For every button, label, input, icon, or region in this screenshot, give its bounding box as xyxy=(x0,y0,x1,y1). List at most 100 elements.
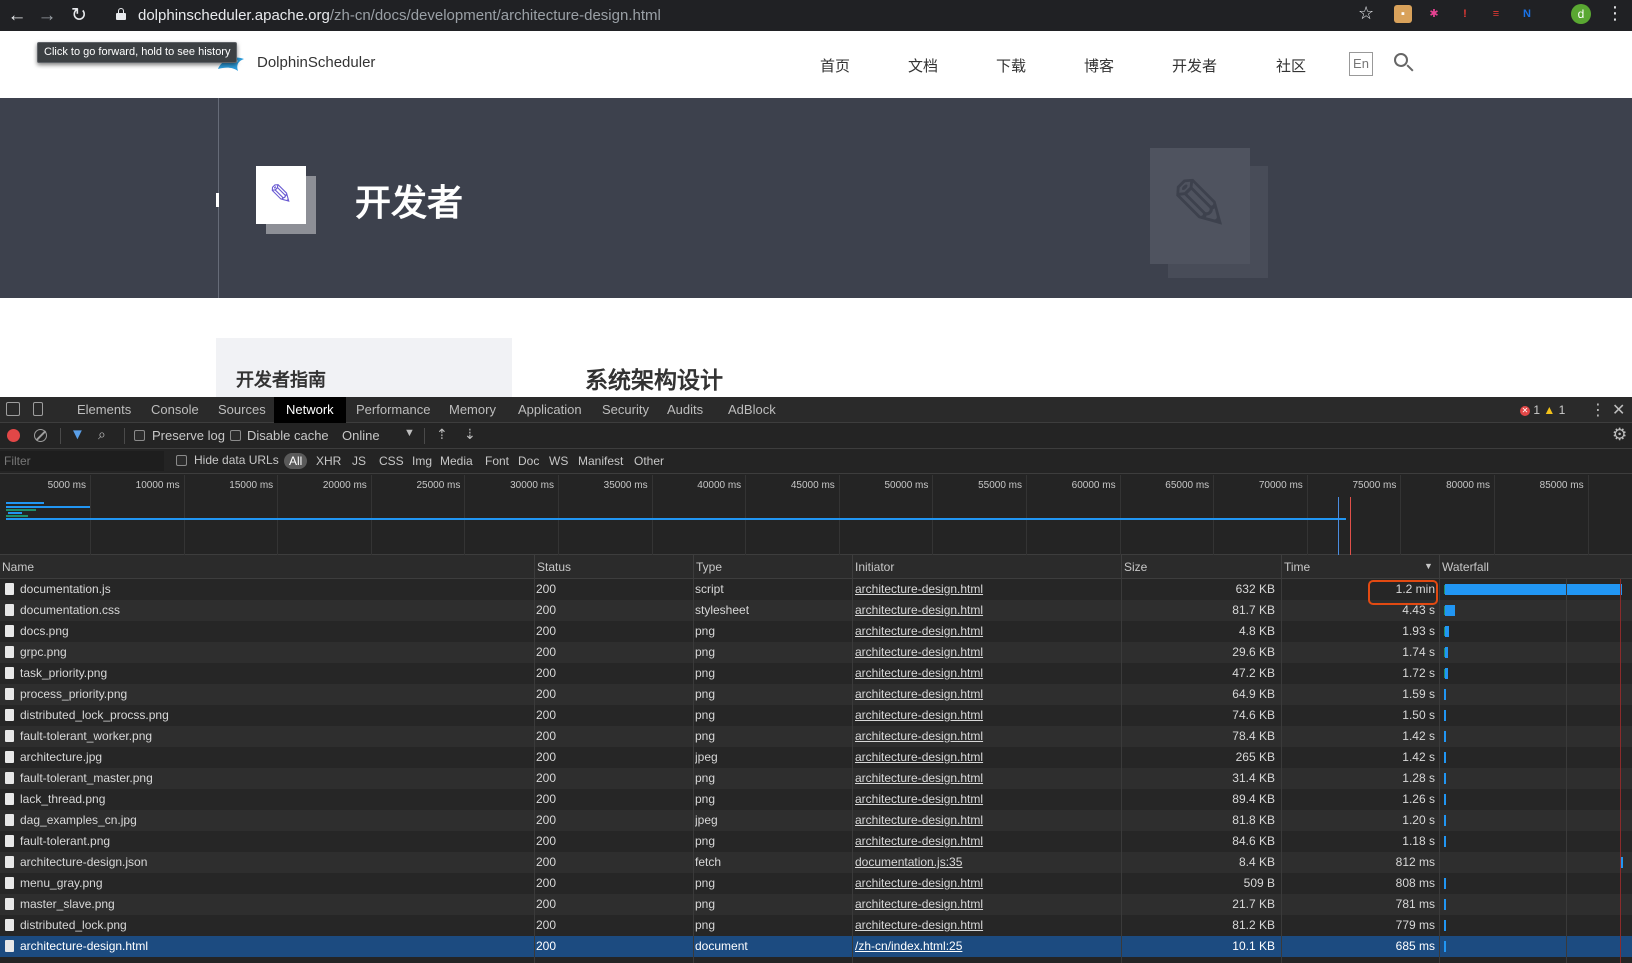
request-initiator-link[interactable]: architecture-design.html xyxy=(855,894,1115,915)
column-header-status[interactable]: Status xyxy=(534,555,693,579)
nav-item-developer[interactable]: 开发者 xyxy=(1172,55,1217,76)
request-initiator-link[interactable]: architecture-design.html xyxy=(855,705,1115,726)
table-row[interactable]: task_priority.png 200 png architecture-desi… xyxy=(0,663,1632,684)
browser-menu-icon[interactable]: ⋮ xyxy=(1606,3,1624,24)
request-name[interactable]: distributed_lock.png xyxy=(20,915,520,936)
hide-data-urls-checkbox[interactable] xyxy=(176,455,187,466)
extension-icon-n[interactable]: N xyxy=(1518,5,1536,23)
request-name[interactable]: fault-tolerant_master.png xyxy=(20,768,520,789)
column-header-name[interactable]: Name xyxy=(0,555,534,579)
filter-icon[interactable]: ▼ xyxy=(70,426,85,443)
network-overview-timeline[interactable]: 5000 ms 10000 ms 15000 ms 20000 ms 25000 ms 3… xyxy=(0,475,1632,555)
request-name[interactable]: documentation.css xyxy=(20,600,520,621)
waterfall-bar[interactable] xyxy=(1444,920,1446,931)
extension-icon-asterisk[interactable]: ✱ xyxy=(1425,5,1443,23)
request-initiator-link[interactable]: architecture-design.html xyxy=(855,621,1115,642)
table-row[interactable]: fault-tolerant.png 200 png architecture-des… xyxy=(0,831,1632,852)
waterfall-bar[interactable] xyxy=(1444,836,1446,847)
tab-application[interactable]: Application xyxy=(506,397,594,423)
clear-icon[interactable] xyxy=(34,429,47,442)
disable-cache-label[interactable]: Disable cache xyxy=(247,428,329,443)
preserve-log-label[interactable]: Preserve log xyxy=(152,428,225,443)
request-initiator-link[interactable]: architecture-design.html xyxy=(855,579,1115,600)
table-row[interactable]: architecture.jpg 200 jpeg architecture-desi… xyxy=(0,747,1632,768)
import-har-icon[interactable]: ⇡ xyxy=(436,426,448,443)
type-filter-font[interactable]: Font xyxy=(482,453,512,469)
table-row[interactable]: distributed_lock.png 200 png architecture-d… xyxy=(0,915,1632,936)
request-initiator-link[interactable]: /zh-cn/index.html:25 xyxy=(855,936,1115,957)
request-initiator-link[interactable]: architecture-design.html xyxy=(855,747,1115,768)
request-initiator-link[interactable]: architecture-design.html xyxy=(855,684,1115,705)
waterfall-bar[interactable] xyxy=(1445,647,1449,658)
nav-item-docs[interactable]: 文档 xyxy=(908,55,938,76)
table-row[interactable]: fault-tolerant_master.png 200 png architect… xyxy=(0,768,1632,789)
table-row[interactable]: distributed_lock_procss.png 200 png archite… xyxy=(0,705,1632,726)
tab-memory[interactable]: Memory xyxy=(437,397,508,423)
waterfall-bar[interactable] xyxy=(1444,752,1446,763)
table-row[interactable]: architecture-design.html 200 document/zh-c… xyxy=(0,936,1632,957)
waterfall-bar[interactable] xyxy=(1444,689,1446,700)
devtools-menu-icon[interactable]: ⋮ xyxy=(1590,400,1606,420)
reload-button[interactable]: ↻ xyxy=(66,3,92,29)
request-name[interactable]: fault-tolerant.png xyxy=(20,831,520,852)
tab-console[interactable]: Console xyxy=(139,397,211,423)
type-filter-css[interactable]: CSS xyxy=(376,453,407,469)
tab-elements[interactable]: Elements xyxy=(65,397,143,423)
request-initiator-link[interactable]: architecture-design.html xyxy=(855,726,1115,747)
waterfall-bar[interactable] xyxy=(1621,857,1624,868)
url-text[interactable]: dolphinscheduler.apache.org/zh-cn/docs/d… xyxy=(138,7,661,24)
request-name[interactable]: menu_gray.png xyxy=(20,873,520,894)
inspect-element-icon[interactable] xyxy=(6,402,20,416)
nav-item-community[interactable]: 社区 xyxy=(1276,55,1306,76)
request-name[interactable]: distributed_lock_procss.png xyxy=(20,705,520,726)
network-settings-gear-icon[interactable]: ⚙ xyxy=(1612,425,1627,445)
waterfall-bar[interactable] xyxy=(1444,710,1446,721)
request-initiator-link[interactable]: architecture-design.html xyxy=(855,768,1115,789)
request-name[interactable]: architecture-design.html xyxy=(20,936,520,957)
type-filter-xhr[interactable]: XHR xyxy=(313,453,344,469)
waterfall-bar[interactable] xyxy=(1444,731,1446,742)
table-row[interactable]: lack_thread.png 200 png architecture-design… xyxy=(0,789,1632,810)
request-initiator-link[interactable]: architecture-design.html xyxy=(855,789,1115,810)
request-name[interactable]: fault-tolerant_worker.png xyxy=(20,726,520,747)
waterfall-bar[interactable] xyxy=(1444,899,1446,910)
type-filter-media[interactable]: Media xyxy=(437,453,476,469)
profile-avatar[interactable]: d xyxy=(1571,4,1591,24)
hide-data-urls-label[interactable]: Hide data URLs xyxy=(194,453,279,467)
type-filter-manifest[interactable]: Manifest xyxy=(575,453,626,469)
disable-cache-checkbox[interactable] xyxy=(230,430,241,441)
waterfall-bar[interactable] xyxy=(1444,941,1446,952)
sort-descending-icon[interactable]: ▼ xyxy=(1424,561,1433,571)
tab-performance[interactable]: Performance xyxy=(344,397,442,423)
type-filter-img[interactable]: Img xyxy=(409,453,435,469)
request-name[interactable]: documentation.js xyxy=(20,579,520,600)
table-row[interactable]: grpc.png 200 png architecture-design.html 29… xyxy=(0,642,1632,663)
issue-counter[interactable]: ✕ 1 ▲ 1 xyxy=(1520,403,1565,417)
throttling-select[interactable]: Online xyxy=(342,428,380,443)
request-initiator-link[interactable]: architecture-design.html xyxy=(855,873,1115,894)
export-har-icon[interactable]: ⇣ xyxy=(464,426,476,443)
table-row[interactable]: fault-tolerant_worker.png 200 png architect… xyxy=(0,726,1632,747)
extension-icon-warning[interactable]: ! xyxy=(1456,5,1474,23)
tab-audits[interactable]: Audits xyxy=(655,397,715,423)
back-button[interactable]: ← xyxy=(4,3,30,29)
waterfall-bar[interactable] xyxy=(1445,605,1456,616)
tab-sources[interactable]: Sources xyxy=(206,397,278,423)
extension-icon-face[interactable]: ▪ xyxy=(1394,5,1412,23)
tab-adblock[interactable]: AdBlock xyxy=(716,397,788,423)
request-name[interactable]: grpc.png xyxy=(20,642,520,663)
column-header-initiator[interactable]: Initiator xyxy=(852,555,1121,579)
column-header-time[interactable]: Time xyxy=(1281,555,1439,579)
column-header-size[interactable]: Size xyxy=(1121,555,1281,579)
extension-icon-list[interactable]: ≡ xyxy=(1487,5,1505,23)
table-row[interactable]: process_priority.png 200 png architecture-d… xyxy=(0,684,1632,705)
waterfall-bar[interactable] xyxy=(1444,794,1446,805)
request-name[interactable]: architecture-design.json xyxy=(20,852,520,873)
nav-item-download[interactable]: 下载 xyxy=(996,55,1026,76)
request-name[interactable]: master_slave.png xyxy=(20,894,520,915)
site-logo-text[interactable]: DolphinScheduler xyxy=(257,54,375,71)
waterfall-bar[interactable] xyxy=(1444,815,1446,826)
nav-item-blog[interactable]: 博客 xyxy=(1084,55,1114,76)
search-icon[interactable]: ⌕ xyxy=(98,426,106,443)
preserve-log-checkbox[interactable] xyxy=(134,430,145,441)
